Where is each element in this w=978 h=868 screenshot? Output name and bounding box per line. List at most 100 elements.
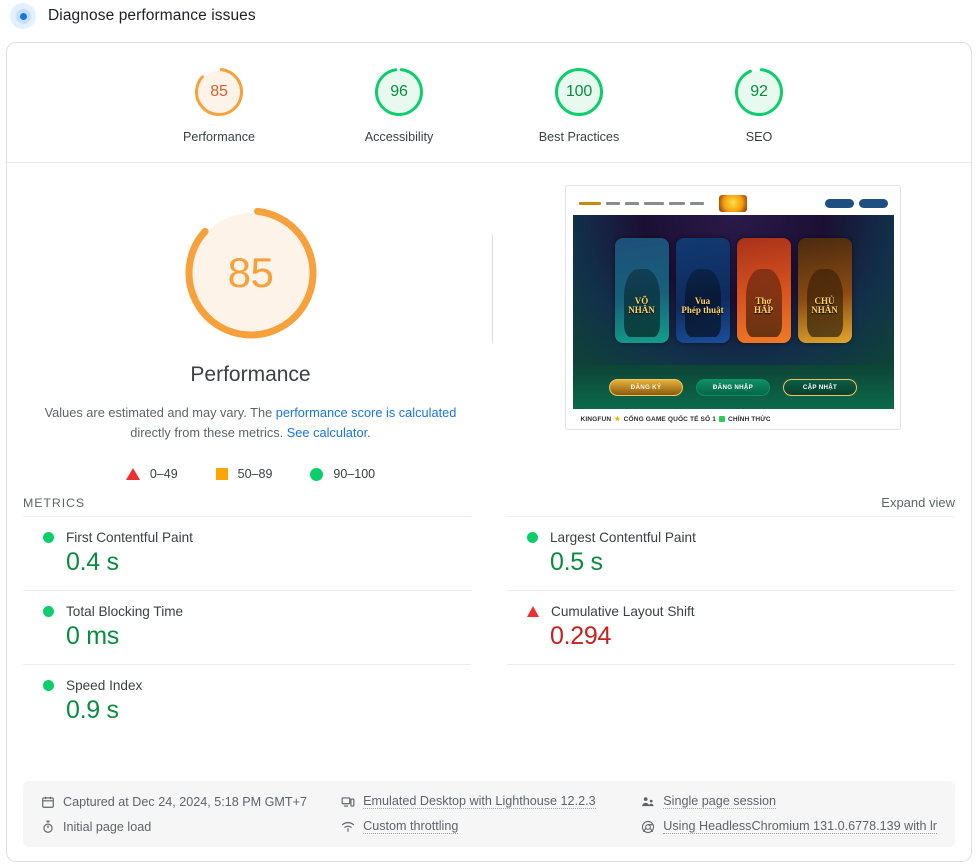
- page-header: Diagnose performance issues: [0, 0, 978, 34]
- chromium-icon: [642, 820, 655, 833]
- final-screenshot-area: VÕNHÂN VuaPhép thuật ThợHẤP CHỦNHÂN: [494, 185, 971, 481]
- metric-speed-index[interactable]: Speed Index 0.9 s: [23, 664, 471, 738]
- metric-first-contentful-paint[interactable]: First Contentful Paint 0.4 s: [23, 516, 471, 590]
- lighthouse-report-page: Diagnose performance issues 85 Performan…: [0, 0, 978, 868]
- triangle-icon: [125, 468, 140, 480]
- performance-score-link[interactable]: performance score is calculated: [276, 405, 457, 420]
- legend-label-poor: 0–49: [149, 467, 178, 481]
- gauge-label-best-practices: Best Practices: [538, 130, 620, 144]
- performance-section: 85 Performance Values are estimated and …: [7, 163, 971, 481]
- desc-text-2: directly from these metrics.: [130, 425, 287, 440]
- meta-captured-at-text: Captured at Dec 24, 2024, 5:18 PM GMT+7: [63, 794, 307, 809]
- thumbnail-cta-update: CẬP NHẬT: [783, 378, 857, 396]
- stopwatch-icon: [43, 820, 53, 833]
- thumbnail-hero-card: Vua Phép thuật: [675, 237, 730, 343]
- meta-page-load: Initial page load: [41, 819, 331, 834]
- users-icon: [642, 796, 654, 806]
- meta-throttling[interactable]: Custom throttling: [341, 819, 631, 834]
- gauge-value-best-practices: 100: [565, 83, 593, 100]
- meta-emulation[interactable]: Emulated Desktop with Lighthouse 12.2.3: [341, 794, 631, 809]
- square-icon: [215, 468, 228, 480]
- score-legend: 0–49 50–89 90–100: [125, 467, 375, 481]
- meta-emulation-text[interactable]: Emulated Desktop with Lighthouse 12.2.3: [363, 794, 596, 809]
- legend-item-poor: 0–49: [125, 467, 178, 481]
- network-throttle-icon: [341, 821, 355, 832]
- metric-placeholder: [507, 664, 955, 738]
- metric-largest-contentful-paint[interactable]: Largest Contentful Paint 0.5 s: [507, 516, 955, 590]
- gauge-label-seo: SEO: [745, 130, 773, 144]
- desktop-icon: [341, 796, 355, 807]
- thumbnail-headline-mid: CỔNG GAME QUỐC TẾ SỐ 1: [623, 415, 716, 423]
- gauge-value-seo: 92: [750, 83, 768, 100]
- category-score-strip: 85 Performance 96 Accessibility 100 Best…: [7, 43, 971, 163]
- thumbnail-headline: KINGFUN ★ CỔNG GAME QUỐC TẾ SỐ 1 CHÍNH T…: [580, 415, 886, 424]
- gauge-seo: 92: [732, 65, 786, 119]
- gauge-label-accessibility: Accessibility: [364, 130, 434, 144]
- report-card: 85 Performance 96 Accessibility 100 Best…: [6, 42, 972, 862]
- meta-user-agent[interactable]: Using HeadlessChromium 131.0.6778.139 wi…: [641, 819, 937, 834]
- thumbnail-hero-card: CHỦ NHÂN: [797, 237, 852, 343]
- metric-label: Cumulative Layout Shift: [551, 604, 695, 619]
- legend-label-good: 90–100: [333, 467, 376, 481]
- metric-value: 0.294: [550, 622, 612, 650]
- thumbnail-footer: KINGFUN ★ CỔNG GAME QUỐC TẾ SỐ 1 CHÍNH T…: [572, 409, 894, 424]
- thumbnail-cta-login: ĐĂNG NHẬP: [696, 378, 770, 396]
- gauge-value-performance: 85: [210, 83, 228, 100]
- status-circle-icon: [43, 680, 54, 691]
- see-calculator-link[interactable]: See calculator.: [287, 425, 371, 440]
- thumbnail-headline-pre: KINGFUN: [580, 415, 612, 423]
- gauge-performance: 85: [192, 65, 246, 119]
- thumbnail-navbar: [572, 192, 894, 215]
- meta-captured-at: Captured at Dec 24, 2024, 5:18 PM GMT+7: [41, 794, 331, 809]
- category-score-seo[interactable]: 92 SEO: [699, 65, 819, 144]
- run-metadata-bar: Captured at Dec 24, 2024, 5:18 PM GMT+7 …: [23, 781, 955, 847]
- metric-cumulative-layout-shift[interactable]: Cumulative Layout Shift 0.294: [507, 590, 955, 664]
- performance-summary: 85 Performance Values are estimated and …: [7, 185, 494, 481]
- status-triangle-icon: [527, 606, 539, 617]
- thumbnail-hero: VÕ NHÂN Vua Phép thuật Thợ HẤP CHỦ NHÂN: [572, 215, 894, 365]
- gauge-best-practices: 100: [552, 65, 606, 119]
- insight-spark-icon: [10, 3, 36, 29]
- metric-total-blocking-time[interactable]: Total Blocking Time 0 ms: [23, 590, 471, 664]
- metric-value: 0.9 s: [66, 696, 119, 724]
- category-score-performance[interactable]: 85 Performance: [159, 65, 279, 144]
- status-circle-icon: [527, 532, 538, 543]
- thumbnail-hero-card: Thợ HẤP: [736, 237, 791, 343]
- meta-session-text[interactable]: Single page session: [663, 794, 777, 809]
- metrics-grid: First Contentful Paint 0.4 s Largest Con…: [23, 516, 955, 738]
- thumbnail-hero-card: VÕ NHÂN: [614, 237, 669, 343]
- meta-throttling-text[interactable]: Custom throttling: [363, 819, 459, 834]
- performance-description: Values are estimated and may vary. The p…: [41, 403, 461, 443]
- gauge-accessibility: 96: [372, 65, 426, 119]
- section-divider: [492, 235, 493, 343]
- metric-label: First Contentful Paint: [66, 530, 193, 545]
- circle-icon: [310, 467, 324, 481]
- status-circle-icon: [43, 606, 54, 617]
- desc-text-1: Values are estimated and may vary. The: [44, 405, 276, 420]
- meta-page-load-text: Initial page load: [63, 819, 152, 834]
- meta-session[interactable]: Single page session: [641, 794, 937, 809]
- metric-label: Speed Index: [66, 678, 143, 693]
- metrics-section: METRICS Expand view First Contentful Pai…: [7, 495, 971, 738]
- gauge-label-performance: Performance: [182, 130, 256, 144]
- category-score-accessibility[interactable]: 96 Accessibility: [339, 65, 459, 144]
- legend-item-good: 90–100: [310, 467, 375, 481]
- performance-gauge-large: 85: [177, 199, 325, 347]
- meta-user-agent-text[interactable]: Using HeadlessChromium 131.0.6778.139 wi…: [663, 819, 937, 834]
- metrics-title: METRICS: [23, 496, 86, 510]
- metric-value: 0.5 s: [550, 548, 603, 576]
- calendar-icon: [42, 796, 54, 808]
- performance-gauge-label: Performance: [190, 363, 311, 386]
- thumbnail-cta-register: ĐĂNG KÝ: [609, 378, 683, 396]
- final-screenshot: VÕNHÂN VuaPhép thuật ThợHẤP CHỦNHÂN: [564, 185, 901, 430]
- category-score-best-practices[interactable]: 100 Best Practices: [519, 65, 639, 144]
- check-icon: [718, 416, 725, 422]
- metric-value: 0.4 s: [66, 548, 119, 576]
- metric-label: Largest Contentful Paint: [550, 530, 696, 545]
- thumbnail-site-logo: [719, 195, 747, 212]
- performance-gauge-value: 85: [227, 249, 274, 296]
- metric-label: Total Blocking Time: [66, 604, 184, 619]
- legend-label-average: 50–89: [237, 467, 273, 481]
- expand-view-button[interactable]: Expand view: [881, 495, 955, 510]
- legend-item-average: 50–89: [215, 467, 273, 481]
